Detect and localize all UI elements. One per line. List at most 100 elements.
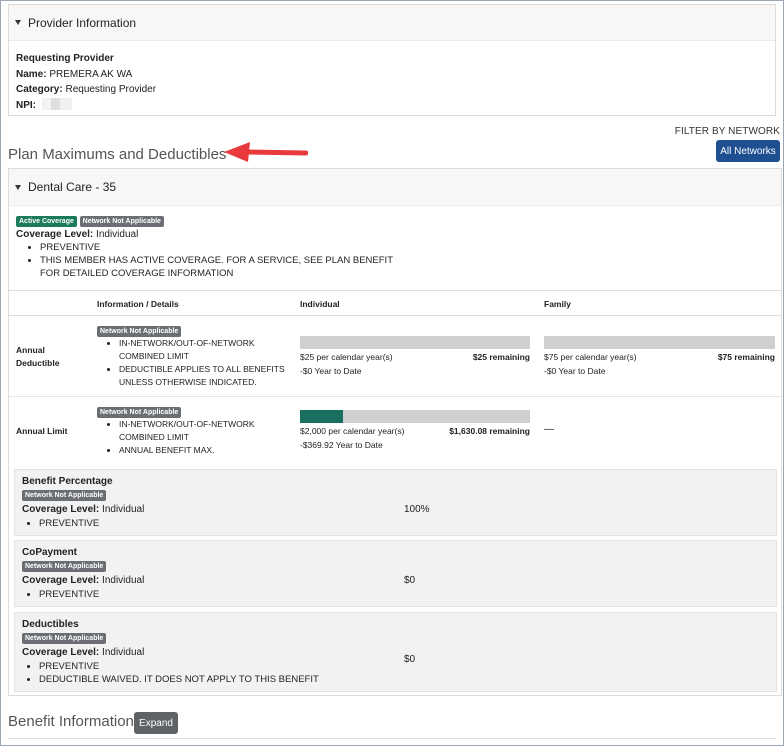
meter-amount: $75 per calendar year(s): [544, 352, 637, 362]
info-line: IN-NETWORK/OUT-OF-NETWORK: [119, 338, 255, 348]
progress-bar: [544, 336, 775, 349]
provider-header-title: Provider Information: [28, 15, 137, 30]
caret-down-icon[interactable]: [15, 20, 21, 25]
dental-care-header[interactable]: Dental Care - 35: [9, 169, 781, 206]
dental-care-card: Dental Care - 35 Active Coverage Network…: [8, 168, 782, 696]
provider-panel: Provider Information Requesting Provider…: [8, 4, 776, 116]
provider-name-row: Name: PREMERA AK WA: [16, 67, 775, 83]
provider-header[interactable]: Provider Information: [9, 5, 775, 41]
list-item: DEDUCTIBLE WAIVED. IT DOES NOT APPLY TO …: [39, 673, 776, 686]
name-label: Name:: [16, 68, 47, 80]
network-not-applicable-badge: Network Not Applicable: [97, 406, 182, 418]
coverage-level-value: Individual: [102, 504, 145, 515]
caret-down-icon[interactable]: [15, 184, 21, 190]
individual-deductible-meter: $25 per calendar year(s) $25 remaining -$…: [300, 336, 530, 378]
meter-ytd-row: -$369.92 Year to Date: [300, 438, 530, 452]
family-limit-empty: —: [544, 424, 554, 435]
meter-ytd: -$0 Year to Date: [544, 366, 606, 376]
meter-text: $2,000 per calendar year(s) $1,630.08 rem…: [300, 424, 530, 438]
benefit-card-title: Benefit Percentage: [22, 476, 113, 487]
meter-remaining: $25 remaining: [472, 352, 530, 362]
meter-ytd-row: -$0 Year to Date: [544, 364, 775, 378]
coverage-level-row: Coverage Level: Individual: [16, 228, 393, 241]
divider: [8, 738, 776, 739]
coverage-level-row: Coverage Level: Individual: [22, 574, 776, 588]
coverage-level-value: Individual: [102, 575, 145, 586]
network-not-applicable-badge: Network Not Applicable: [22, 489, 107, 501]
benefit-notes-list: PREVENTIVE DEDUCTIBLE WAIVED. IT DOES NO…: [22, 660, 776, 686]
family-deductible-meter: $75 per calendar year(s) $75 remaining -$…: [544, 336, 775, 378]
info-line: COMBINED LIMIT: [119, 351, 189, 361]
deductibles-card: Deductibles Network Not Applicable Cover…: [14, 612, 777, 692]
list-item: ANNUAL BENEFIT MAX.: [119, 444, 255, 457]
table-header: Information / Details Individual Family: [9, 290, 781, 316]
row-info: Network Not Applicable IN-NETWORK/OUT-OF…: [97, 406, 255, 457]
dental-notes-list: PREVENTIVE THIS MEMBER HAS ACTIVE COVERA…: [16, 241, 393, 280]
benefit-information-title: Benefit Information: [8, 713, 134, 730]
list-item: THIS MEMBER HAS ACTIVE COVERAGE. FOR A S…: [40, 254, 393, 280]
network-not-applicable-badge: Network Not Applicable: [97, 325, 182, 337]
progress-fill: [300, 410, 343, 423]
active-coverage-badge: Active Coverage: [16, 215, 77, 227]
network-not-applicable-badge: Network Not Applicable: [22, 560, 107, 572]
info-line: DEDUCTIBLE APPLIES TO ALL BENEFITS: [119, 364, 285, 374]
copayment-card: CoPayment Network Not Applicable Coverag…: [14, 540, 777, 607]
dental-coverage-block: Active Coverage Network Not Applicable C…: [16, 215, 393, 280]
provider-npi-row: NPI:: [16, 97, 775, 114]
coverage-level-label: Coverage Level:: [16, 229, 94, 240]
meter-ytd: -$0 Year to Date: [300, 366, 362, 376]
meter-amount: $2,000 per calendar year(s): [300, 426, 405, 436]
npi-redacted-value: [42, 97, 72, 110]
list-item: IN-NETWORK/OUT-OF-NETWORK COMBINED LIMIT: [119, 337, 285, 363]
list-item: DEDUCTIBLE APPLIES TO ALL BENEFITS UNLESS…: [119, 363, 285, 389]
col-header-info: Information / Details: [97, 299, 179, 309]
list-item: PREVENTIVE: [39, 517, 776, 530]
dental-care-title: Dental Care - 35: [28, 180, 117, 194]
table-row: Annual Deductible Network Not Applicable…: [9, 316, 781, 397]
plan-max-table: Information / Details Individual Family …: [9, 290, 781, 467]
coverage-level-label: Coverage Level:: [22, 647, 100, 658]
dental-badges: Active Coverage Network Not Applicable: [16, 215, 393, 228]
progress-bar: [300, 336, 530, 349]
network-not-applicable-badge: Network Not Applicable: [22, 632, 107, 644]
row-info-list: IN-NETWORK/OUT-OF-NETWORKCOMBINED LIMIT …: [97, 337, 285, 389]
name-value: PREMERA AK WA: [49, 68, 133, 80]
info-line: IN-NETWORK/OUT-OF-NETWORK: [119, 419, 255, 429]
row-label-annual-limit: Annual Limit: [16, 426, 68, 436]
col-header-individual: Individual: [300, 299, 340, 309]
row-label-line: Annual: [16, 345, 45, 355]
meter-remaining: $75 remaining: [717, 352, 775, 362]
progress-bar: [300, 410, 530, 423]
plan-maximums-title: Plan Maximums and Deductibles: [8, 146, 227, 163]
meter-text: $75 per calendar year(s) $75 remaining: [544, 350, 775, 364]
coverage-level-row: Coverage Level: Individual: [22, 503, 776, 517]
table-row: Annual Limit Network Not Applicable IN-N…: [9, 397, 781, 467]
coverage-level-label: Coverage Level:: [22, 504, 100, 515]
benefit-value: $0: [404, 654, 416, 665]
benefit-notes-list: PREVENTIVE: [22, 588, 776, 601]
row-label-annual-deductible: Annual Deductible: [16, 344, 59, 370]
category-label: Category:: [16, 84, 63, 95]
benefit-value: $0: [404, 575, 416, 586]
list-item: IN-NETWORK/OUT-OF-NETWORK COMBINED LIMIT: [119, 418, 255, 444]
individual-limit-meter: $2,000 per calendar year(s) $1,630.08 rem…: [300, 410, 530, 452]
expand-button[interactable]: Expand: [134, 712, 178, 734]
col-header-family: Family: [544, 299, 571, 309]
benefit-notes-list: PREVENTIVE: [22, 517, 776, 530]
benefit-card-title: CoPayment: [22, 547, 78, 558]
meter-text: $25 per calendar year(s) $25 remaining: [300, 350, 530, 364]
row-info-list: IN-NETWORK/OUT-OF-NETWORKCOMBINED LIMIT …: [97, 418, 255, 457]
coverage-level-label: Coverage Level:: [22, 575, 100, 586]
coverage-level-value: Individual: [102, 647, 145, 658]
info-line: COMBINED LIMIT: [119, 432, 189, 442]
benefit-card-title: Deductibles: [22, 619, 79, 630]
provider-category-row: Category: Requesting Provider: [16, 82, 775, 98]
list-item: PREVENTIVE: [39, 588, 776, 601]
note-line: THIS MEMBER HAS ACTIVE COVERAGE. FOR A S…: [40, 255, 393, 266]
all-networks-button[interactable]: All Networks: [716, 140, 780, 162]
note-line: FOR DETAILED COVERAGE INFORMATION: [40, 268, 234, 279]
category-value: Requesting Provider: [65, 84, 157, 95]
meter-remaining: $1,630.08 remaining: [449, 426, 530, 436]
row-label-line: Deductible: [16, 358, 60, 368]
meter-amount: $25 per calendar year(s): [300, 352, 393, 362]
